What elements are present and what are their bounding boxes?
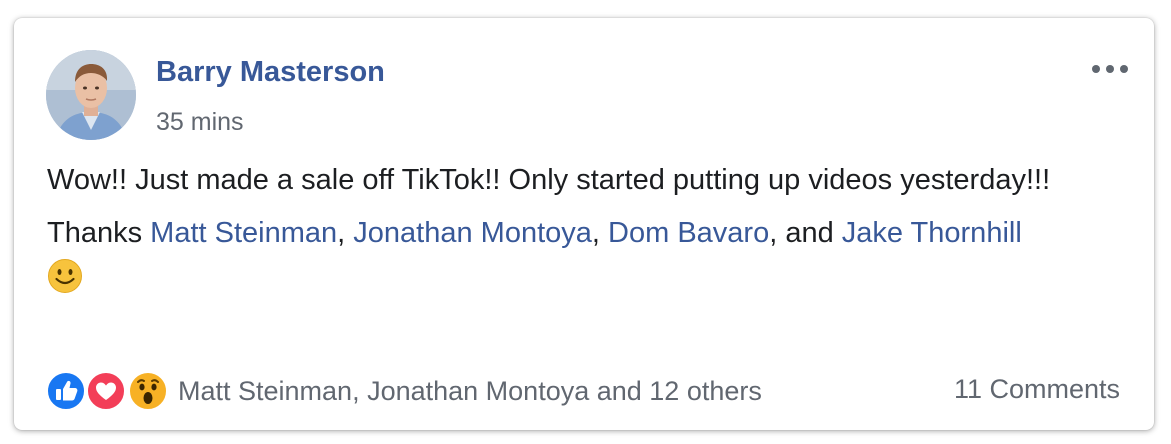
mention-jake-thornhill[interactable]: Jake Thornhill	[842, 217, 1022, 249]
reaction-icons	[46, 370, 174, 412]
separator: , and	[769, 217, 842, 249]
separator: ,	[591, 217, 609, 249]
love-icon	[86, 371, 126, 411]
smile-icon	[48, 259, 82, 294]
post-text: Wow!! Just made a sale off TikTok!! Only…	[47, 164, 1051, 196]
more-options-button[interactable]	[1088, 54, 1132, 82]
post-body: Wow!! Just made a sale off TikTok!! Only…	[47, 160, 1132, 294]
post-card: Barry Masterson 35 mins Wow!! Just made …	[14, 18, 1154, 430]
more-dot-icon	[1092, 65, 1100, 73]
post-thanks-line: Thanks Matt Steinman, Jonathan Montoya , …	[47, 213, 1132, 294]
thanks-prefix: Thanks	[47, 217, 151, 249]
more-dot-icon	[1106, 65, 1114, 73]
author-name[interactable]: Barry Masterson	[156, 56, 385, 89]
avatar[interactable]	[46, 50, 136, 140]
mention-dom-bavaro[interactable]: Dom Bavaro	[608, 217, 769, 249]
comments-count-link[interactable]: 11 Comments	[954, 374, 1120, 405]
more-dot-icon	[1120, 65, 1128, 73]
wow-icon	[128, 371, 168, 411]
like-icon	[46, 371, 86, 411]
reactors-text[interactable]: Matt Steinman, Jonathan Montoya and 12 o…	[178, 376, 762, 407]
separator: ,	[337, 217, 354, 249]
reactions-summary[interactable]: Matt Steinman, Jonathan Montoya and 12 o…	[46, 370, 762, 412]
post-timestamp[interactable]: 35 mins	[156, 108, 244, 137]
avatar-image	[46, 50, 136, 140]
mention-matt-steinman[interactable]: Matt Steinman	[150, 217, 337, 249]
page: Barry Masterson 35 mins Wow!! Just made …	[0, 0, 1171, 444]
mention-jonathan-montoya[interactable]: Jonathan Montoya	[353, 217, 592, 249]
